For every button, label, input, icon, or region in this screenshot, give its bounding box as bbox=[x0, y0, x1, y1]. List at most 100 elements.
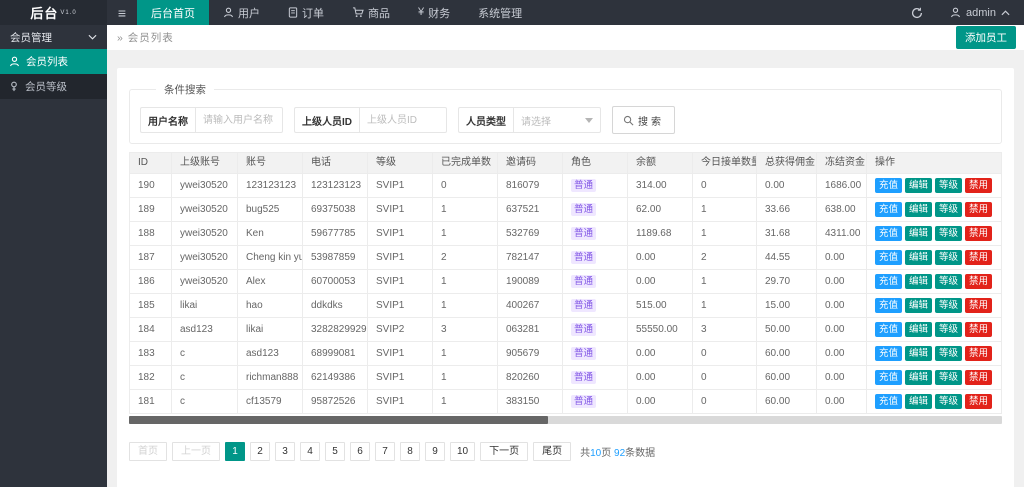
page-number-button-9[interactable]: 9 bbox=[425, 442, 445, 461]
cell-actions: 充值 编辑 等级 禁用 bbox=[866, 197, 1002, 222]
disable-button[interactable]: 禁用 bbox=[965, 274, 993, 289]
edit-button[interactable]: 编辑 bbox=[905, 178, 933, 193]
level-button[interactable]: 等级 bbox=[935, 274, 963, 289]
person-type-select[interactable]: 请选择 bbox=[513, 107, 601, 133]
cell-today: 0 bbox=[692, 173, 757, 198]
role-badge[interactable]: 普通 bbox=[571, 322, 597, 336]
level-button[interactable]: 等级 bbox=[935, 346, 963, 361]
page-number-button-3[interactable]: 3 bbox=[275, 442, 295, 461]
cell-id: 189 bbox=[129, 197, 172, 222]
sidebar-group-member-management[interactable]: 会员管理 bbox=[0, 25, 107, 49]
level-button[interactable]: 等级 bbox=[935, 178, 963, 193]
cell-today: 1 bbox=[692, 293, 757, 318]
select-placeholder: 请选择 bbox=[521, 116, 551, 128]
edit-button[interactable]: 编辑 bbox=[905, 346, 933, 361]
top-menu-item-4[interactable]: ¥ 财务 bbox=[404, 0, 464, 25]
disable-button[interactable]: 禁用 bbox=[965, 226, 993, 241]
level-button[interactable]: 等级 bbox=[935, 322, 963, 337]
recharge-button[interactable]: 充值 bbox=[875, 298, 903, 313]
level-button[interactable]: 等级 bbox=[935, 394, 963, 409]
horizontal-scrollbar[interactable] bbox=[129, 416, 1002, 424]
recharge-button[interactable]: 充值 bbox=[875, 346, 903, 361]
edit-button[interactable]: 编辑 bbox=[905, 322, 933, 337]
admin-dropdown[interactable]: admin bbox=[936, 7, 1024, 19]
recharge-button[interactable]: 充值 bbox=[875, 370, 903, 385]
edit-button[interactable]: 编辑 bbox=[905, 274, 933, 289]
top-menu-item-0[interactable]: 后台首页 bbox=[137, 0, 209, 25]
top-navbar: 后台 V1.0 ≡ 后台首页 用户 订单 商品 ¥ 财务 系统管理 admin bbox=[0, 0, 1024, 25]
chevron-down-icon bbox=[88, 34, 97, 40]
page-number-button-7[interactable]: 7 bbox=[375, 442, 395, 461]
edit-button[interactable]: 编辑 bbox=[905, 202, 933, 217]
role-badge[interactable]: 普通 bbox=[571, 178, 597, 192]
disable-button[interactable]: 禁用 bbox=[965, 370, 993, 385]
recharge-button[interactable]: 充值 bbox=[875, 274, 903, 289]
cell-level: SVIP2 bbox=[367, 317, 433, 342]
role-badge[interactable]: 普通 bbox=[571, 298, 597, 312]
disable-button[interactable]: 禁用 bbox=[965, 178, 993, 193]
page-number-button-2[interactable]: 2 bbox=[250, 442, 270, 461]
refresh-button[interactable] bbox=[898, 0, 936, 25]
page-number-button-6[interactable]: 6 bbox=[350, 442, 370, 461]
scrollbar-thumb[interactable] bbox=[129, 416, 549, 424]
search-field-input-0[interactable] bbox=[195, 107, 283, 133]
edit-button[interactable]: 编辑 bbox=[905, 394, 933, 409]
disable-button[interactable]: 禁用 bbox=[965, 250, 993, 265]
role-badge[interactable]: 普通 bbox=[571, 346, 597, 360]
cell-today: 2 bbox=[692, 245, 757, 270]
sidebar-item-0[interactable]: 会员列表 bbox=[0, 49, 107, 74]
top-menu-item-3[interactable]: 商品 bbox=[338, 0, 404, 25]
recharge-button[interactable]: 充值 bbox=[875, 226, 903, 241]
page-number-button-8[interactable]: 8 bbox=[400, 442, 420, 461]
role-badge[interactable]: 普通 bbox=[571, 250, 597, 264]
recharge-button[interactable]: 充值 bbox=[875, 394, 903, 409]
edit-button[interactable]: 编辑 bbox=[905, 370, 933, 385]
cell-level: SVIP1 bbox=[367, 293, 433, 318]
top-menu-item-1[interactable]: 用户 bbox=[209, 0, 274, 25]
level-button[interactable]: 等级 bbox=[935, 370, 963, 385]
recharge-button[interactable]: 充值 bbox=[875, 322, 903, 337]
role-badge[interactable]: 普通 bbox=[571, 274, 597, 288]
edit-button[interactable]: 编辑 bbox=[905, 226, 933, 241]
page-number-button-5[interactable]: 5 bbox=[325, 442, 345, 461]
edit-button[interactable]: 编辑 bbox=[905, 298, 933, 313]
level-button[interactable]: 等级 bbox=[935, 250, 963, 265]
disable-button[interactable]: 禁用 bbox=[965, 322, 993, 337]
search-field-input-1[interactable] bbox=[359, 107, 447, 133]
user-icon bbox=[950, 7, 961, 18]
top-menu-item-2[interactable]: 订单 bbox=[274, 0, 338, 25]
cell-commission: 60.00 bbox=[756, 365, 817, 390]
disable-button[interactable]: 禁用 bbox=[965, 298, 993, 313]
role-badge[interactable]: 普通 bbox=[571, 370, 597, 384]
add-staff-button[interactable]: 添加员工 bbox=[956, 26, 1016, 49]
page-number-button-1[interactable]: 1 bbox=[225, 442, 245, 461]
disable-button[interactable]: 禁用 bbox=[965, 394, 993, 409]
cell-balance: 0.00 bbox=[627, 269, 693, 294]
disable-button[interactable]: 禁用 bbox=[965, 202, 993, 217]
level-button[interactable]: 等级 bbox=[935, 226, 963, 241]
top-menu-item-5[interactable]: 系统管理 bbox=[464, 0, 536, 25]
search-button[interactable]: 搜索 bbox=[612, 106, 675, 134]
role-badge[interactable]: 普通 bbox=[571, 394, 597, 408]
role-badge[interactable]: 普通 bbox=[571, 202, 597, 216]
recharge-button[interactable]: 充值 bbox=[875, 250, 903, 265]
level-button[interactable]: 等级 bbox=[935, 202, 963, 217]
level-button[interactable]: 等级 bbox=[935, 298, 963, 313]
page-prev-button[interactable]: 上一页 bbox=[172, 442, 220, 461]
page-first-button[interactable]: 首页 bbox=[129, 442, 167, 461]
recharge-button[interactable]: 充值 bbox=[875, 202, 903, 217]
sidebar-item-1[interactable]: 会员等级 bbox=[0, 74, 107, 99]
search-field-label: 上级人员ID bbox=[294, 107, 359, 133]
page-number-button-4[interactable]: 4 bbox=[300, 442, 320, 461]
page-number-button-10[interactable]: 10 bbox=[450, 442, 476, 461]
recharge-button[interactable]: 充值 bbox=[875, 178, 903, 193]
disable-button[interactable]: 禁用 bbox=[965, 346, 993, 361]
hamburger-menu-icon[interactable]: ≡ bbox=[107, 0, 137, 25]
role-badge[interactable]: 普通 bbox=[571, 226, 597, 240]
page-last-button[interactable]: 尾页 bbox=[533, 442, 572, 461]
yen-icon: ¥ bbox=[418, 6, 425, 18]
cell-phone: 32828299292 bbox=[302, 317, 368, 342]
sidebar-item-label: 会员列表 bbox=[26, 56, 68, 68]
page-next-button[interactable]: 下一页 bbox=[480, 442, 529, 461]
edit-button[interactable]: 编辑 bbox=[905, 250, 933, 265]
